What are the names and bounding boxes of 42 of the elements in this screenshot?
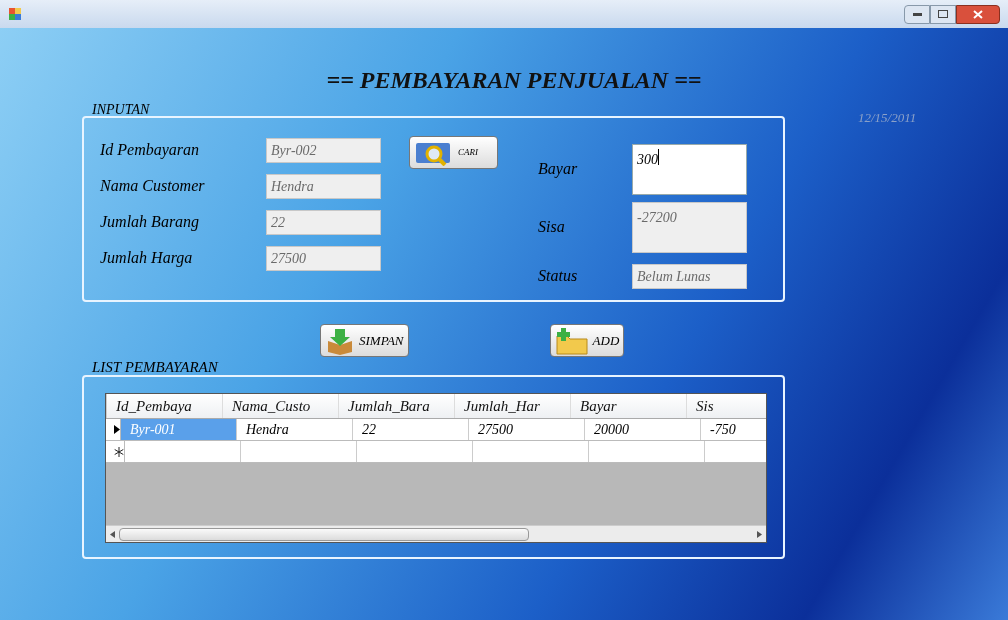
folder-plus-icon [554,326,589,355]
asterisk-icon [114,446,124,457]
app-icon [8,7,22,21]
maximize-icon [938,10,948,18]
column-header[interactable]: Id_Pembaya [107,394,223,418]
column-header[interactable]: Jumlah_Har [455,394,571,418]
close-icon [973,9,983,19]
field-label: Nama Customer [100,176,206,196]
form-title: == PEMBAYARAN PENJUALAN == [326,66,702,95]
maximize-button[interactable] [930,4,956,24]
horizontal-scrollbar[interactable] [106,525,766,542]
scroll-right-icon [757,530,762,538]
close-button[interactable] [956,4,1000,24]
table-cell: Hendra [237,419,353,440]
table-cell: 20000 [585,419,701,440]
table-cell: -750 [701,419,766,440]
scrollbar-thumb[interactable] [119,527,529,541]
field-label: Sisa [538,217,566,237]
table-cell: 22 [353,419,469,440]
scroll-left-icon [110,530,115,538]
column-header[interactable]: Sis [687,394,766,418]
column-header[interactable]: Nama_Custo [223,394,339,418]
group-legend: LIST PEMBAYARAN [92,356,218,379]
column-header[interactable]: Bayar [571,394,687,418]
group-legend: INPUTAN [92,99,150,120]
save-button[interactable]: SIMPAN [320,324,409,357]
add-button[interactable]: ADD [549,324,625,357]
field-label: Id Pembayaran [100,140,201,161]
field-label: Bayar [538,159,579,180]
date-label: 12/15/2011 [858,109,917,127]
table-cell: 27500 [469,419,585,440]
table-cell: Byr-001 [121,419,237,440]
box-arrow-icon [325,326,355,355]
column-header[interactable]: Jumlah_Bara [339,394,455,418]
field-label: Status [538,266,579,286]
text-cursor [658,148,659,165]
minimize-button[interactable] [904,4,930,24]
field-label: Jumlah Harga [100,248,194,269]
search-button[interactable]: CARI [409,136,498,169]
minimize-icon [912,12,922,16]
field-label: Jumlah Barang [100,212,201,233]
text-field[interactable]: 300 [632,143,747,195]
